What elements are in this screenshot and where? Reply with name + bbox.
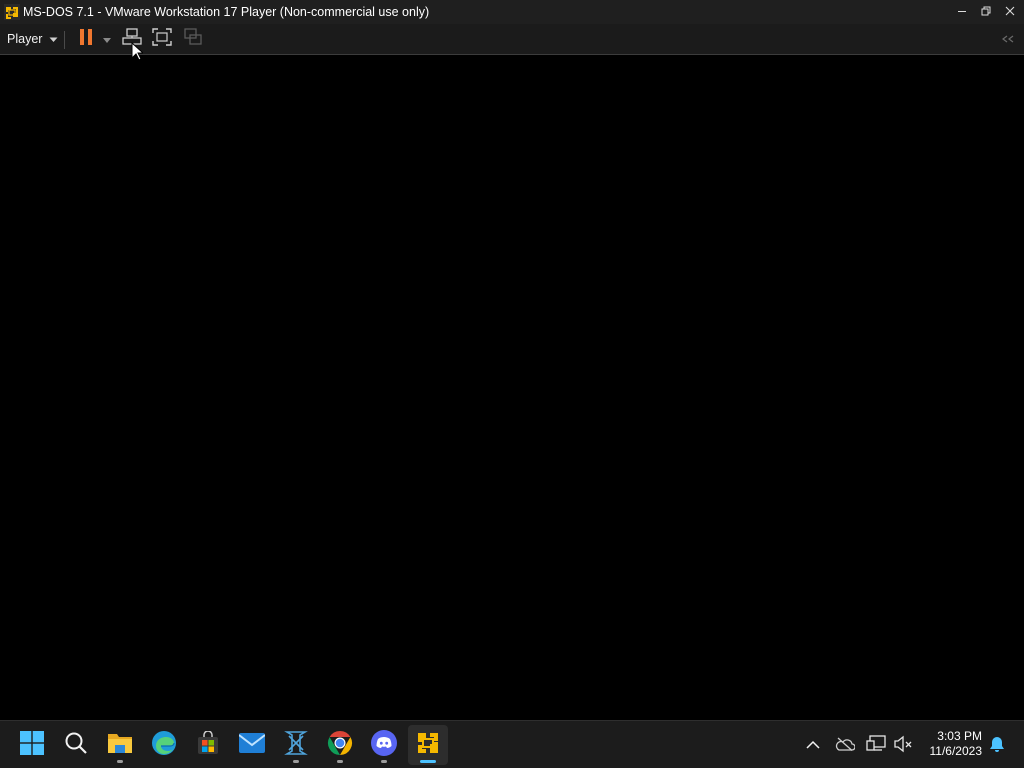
active-indicator <box>420 760 436 763</box>
pause-dropdown-button[interactable] <box>100 27 114 51</box>
collapse-toolbar-button[interactable] <box>998 27 1018 51</box>
start-button[interactable] <box>12 725 52 765</box>
vm-display[interactable] <box>0 55 1024 720</box>
full-screen-icon <box>152 27 172 51</box>
taskbar-xampp[interactable] <box>276 725 316 765</box>
pause-icon <box>79 28 93 50</box>
restore-icon <box>981 3 991 21</box>
restore-button[interactable] <box>974 0 998 24</box>
volume-muted-icon[interactable] <box>893 734 913 754</box>
window-title: MS-DOS 7.1 - VMware Workstation 17 Playe… <box>23 5 430 19</box>
toolbar-divider <box>64 31 65 49</box>
file-explorer-icon <box>107 731 133 760</box>
unity-button[interactable] <box>181 27 205 51</box>
clock-date: 11/6/2023 <box>929 744 983 758</box>
running-indicator <box>117 760 123 763</box>
minimize-button[interactable] <box>950 0 974 24</box>
taskbar-file-explorer[interactable] <box>100 725 140 765</box>
player-toolbar: Player <box>0 24 1024 55</box>
mouse-pointer-icon <box>131 41 145 61</box>
taskbar-discord[interactable] <box>364 725 404 765</box>
unity-icon <box>184 27 202 51</box>
running-indicator <box>293 760 299 763</box>
network-icon[interactable] <box>866 734 886 754</box>
search-button[interactable] <box>56 725 96 765</box>
taskbar-chrome[interactable] <box>320 725 360 765</box>
microsoft-store-icon <box>196 729 220 760</box>
system-clock[interactable]: 3:03 PM 11/6/2023 <box>920 729 983 759</box>
taskbar-vmware-player[interactable] <box>408 725 448 765</box>
pause-button[interactable] <box>76 27 96 51</box>
discord-icon <box>371 729 397 761</box>
mail-icon <box>238 732 266 758</box>
taskbar-mail[interactable] <box>232 725 272 765</box>
show-hidden-icons-icon[interactable] <box>803 734 823 754</box>
chevron-down-icon <box>49 32 58 46</box>
title-bar: MS-DOS 7.1 - VMware Workstation 17 Playe… <box>0 0 1024 24</box>
close-icon <box>1005 3 1015 21</box>
collapse-toolbar-icon <box>1001 30 1015 48</box>
clock-time: 3:03 PM <box>937 729 982 743</box>
onedrive-icon[interactable] <box>835 734 855 754</box>
player-menu-label: Player <box>7 32 43 46</box>
search-icon <box>64 731 88 760</box>
chrome-icon <box>327 730 353 761</box>
full-screen-button[interactable] <box>150 27 174 51</box>
taskbar-microsoft-store[interactable] <box>188 725 228 765</box>
pause-dropdown-icon <box>103 30 111 48</box>
close-button[interactable] <box>998 0 1022 24</box>
player-menu-button[interactable]: Player <box>0 27 64 51</box>
vmware-player-icon <box>415 729 441 761</box>
running-indicator <box>381 760 387 763</box>
minimize-icon <box>957 3 967 21</box>
taskbar-edge[interactable] <box>144 725 184 765</box>
edge-icon <box>151 730 177 761</box>
vmware-logo-icon <box>4 4 20 20</box>
xampp-icon <box>283 730 309 761</box>
running-indicator <box>337 760 343 763</box>
bell-icon[interactable] <box>987 734 1007 754</box>
start-icon <box>20 730 44 760</box>
